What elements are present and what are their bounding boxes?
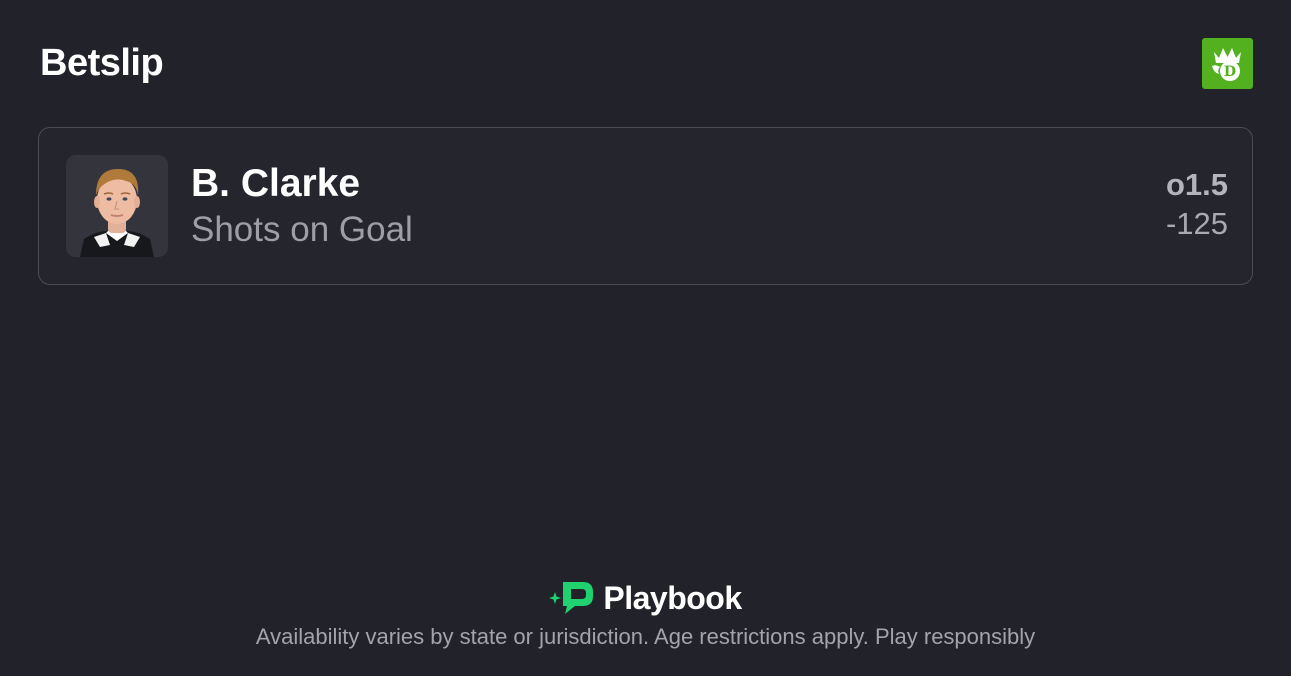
disclaimer-text: Availability varies by state or jurisdic… <box>255 624 1036 649</box>
player-headshot-icon <box>66 155 168 257</box>
player-name: B. Clarke <box>191 162 361 205</box>
draftkings-logo-icon: D <box>1202 38 1253 89</box>
bet-line: o1.5 <box>1165 167 1228 202</box>
footer: Playbook Availability varies by state or… <box>0 578 1291 651</box>
playbook-logo-icon <box>549 582 594 614</box>
player-avatar <box>66 155 168 257</box>
playbook-logo[interactable]: Playbook <box>549 578 742 618</box>
playbook-wordmark: Playbook <box>603 580 742 616</box>
bet-card[interactable]: B. Clarke Shots on Goal o1.5 -125 <box>38 127 1253 285</box>
market-name: Shots on Goal <box>191 210 413 249</box>
bet-odds: -125 <box>1165 206 1228 241</box>
svg-text:D: D <box>1224 64 1236 80</box>
page-title: Betslip <box>40 42 164 84</box>
